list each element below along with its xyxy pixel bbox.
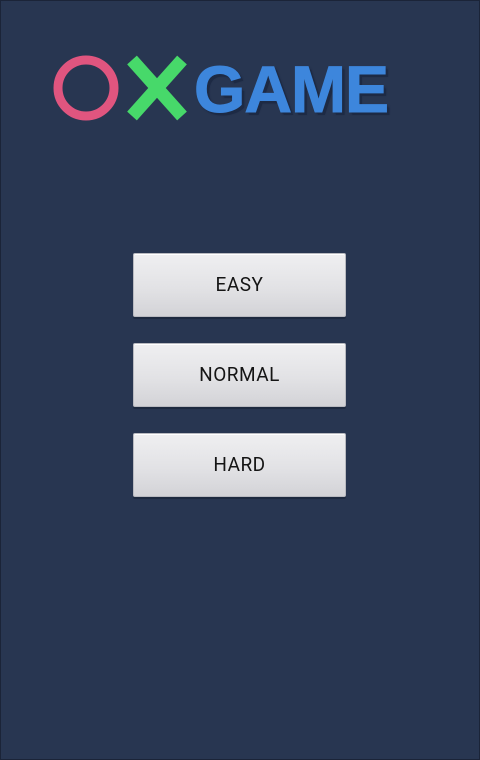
logo-o-circle — [53, 55, 119, 121]
hard-button[interactable]: HARD — [133, 433, 346, 497]
easy-button[interactable]: EASY — [133, 253, 346, 317]
logo-x-cross — [127, 55, 187, 121]
logo-game-word: GAME — [194, 52, 390, 126]
logo-ox-symbols — [53, 55, 187, 121]
difficulty-menu: EASY NORMAL HARD — [133, 253, 346, 523]
normal-button[interactable]: NORMAL — [133, 343, 346, 407]
game-logo: GAME — [52, 52, 432, 126]
